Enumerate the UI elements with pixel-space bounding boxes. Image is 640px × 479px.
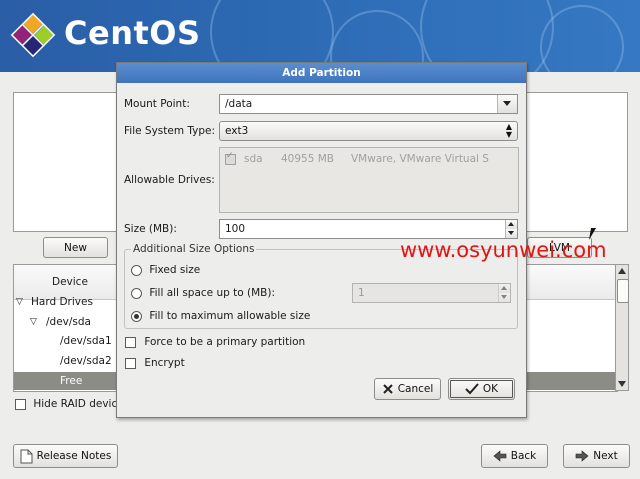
tree-label: Free — [60, 375, 83, 387]
primary-partition-checkbox[interactable] — [125, 336, 136, 348]
hide-raid-checkbox[interactable] — [15, 398, 26, 410]
release-notes-label: Release Notes — [36, 450, 112, 462]
size-label: Size (MB): — [124, 223, 177, 235]
updown-icon: ▲ ▼ — [505, 122, 512, 139]
document-icon — [20, 449, 33, 463]
fs-type-label: File System Type: — [124, 125, 216, 137]
mount-point-label: Mount Point: — [124, 98, 190, 110]
next-label: Next — [593, 450, 618, 462]
scroll-up-icon[interactable] — [618, 268, 626, 274]
ok-label: OK — [482, 383, 499, 395]
tree-label: /dev/sda1 — [60, 335, 112, 347]
encrypt-option[interactable]: Encrypt — [125, 357, 185, 369]
spin-up-icon[interactable] — [498, 284, 510, 293]
tree-label: /dev/sda2 — [60, 355, 112, 367]
watermark-text: www.osyunwei.com — [400, 238, 607, 262]
checkmark-icon: ✓ — [226, 150, 234, 161]
device-column-header: Device — [52, 276, 88, 288]
drive-row[interactable]: ✓ sda 40955 MB VMware, VMware Virtual S — [225, 150, 489, 165]
chevron-down-icon[interactable] — [497, 95, 517, 113]
new-button-label: New — [64, 241, 87, 254]
drive-name: sda — [244, 153, 263, 165]
size-spinbox[interactable]: 100 — [219, 219, 518, 239]
allowable-drives-label: Allowable Drives: — [124, 174, 215, 186]
fs-type-select[interactable]: ext3 ▲ ▼ — [219, 121, 518, 141]
fixed-size-radio[interactable] — [131, 264, 142, 276]
expander-icon[interactable]: ▽ — [16, 293, 23, 312]
brand-name: CentOS — [64, 14, 201, 52]
primary-partition-label: Force to be a primary partition — [144, 336, 306, 348]
dialog-title: Add Partition — [117, 63, 526, 83]
encrypt-label: Encrypt — [144, 357, 185, 369]
expander-icon[interactable]: ▽ — [30, 313, 37, 332]
mount-point-value: /data — [225, 98, 253, 110]
size-value: 100 — [225, 223, 246, 235]
fill-upto-radio[interactable] — [131, 287, 142, 299]
checkmark-icon — [465, 383, 479, 395]
scroll-thumb[interactable] — [617, 279, 629, 303]
arrow-left-icon — [493, 450, 507, 462]
cancel-button[interactable]: Cancel — [374, 378, 441, 400]
centos-logo-icon — [10, 12, 56, 58]
scroll-down-icon[interactable] — [618, 381, 626, 387]
primary-partition-option[interactable]: Force to be a primary partition — [125, 336, 305, 348]
cancel-icon — [382, 384, 393, 394]
fixed-size-label: Fixed size — [149, 264, 201, 276]
allowable-drives-list[interactable]: ✓ sda 40955 MB VMware, VMware Virtual S — [219, 147, 519, 213]
hide-raid-label: Hide RAID device — [33, 398, 124, 410]
next-button[interactable]: Next — [563, 444, 630, 468]
table-scrollbar[interactable] — [615, 264, 629, 391]
tree-label: /dev/sda — [46, 316, 91, 328]
drive-checkbox[interactable]: ✓ — [225, 150, 236, 165]
fill-upto-spinbox[interactable]: 1 — [352, 283, 511, 303]
fill-upto-value: 1 — [358, 287, 365, 299]
fill-max-radio[interactable] — [131, 310, 142, 322]
fill-max-label: Fill to maximum allowable size — [149, 310, 311, 322]
cancel-label: Cancel — [397, 383, 434, 395]
encrypt-checkbox[interactable] — [125, 357, 136, 369]
group-title: Additional Size Options — [131, 243, 257, 255]
drive-model: VMware, VMware Virtual S — [351, 153, 489, 165]
mount-point-combo[interactable]: /data — [219, 94, 518, 114]
release-notes-button[interactable]: Release Notes — [13, 444, 118, 468]
back-label: Back — [510, 450, 537, 462]
spin-down-icon[interactable] — [505, 229, 517, 238]
fixed-size-option[interactable]: Fixed size — [131, 264, 200, 276]
hide-raid-option[interactable]: Hide RAID device — [15, 398, 124, 410]
back-button[interactable]: Back — [481, 444, 548, 468]
new-button[interactable]: New — [43, 237, 108, 258]
fill-upto-option[interactable]: Fill all space up to (MB): — [131, 287, 275, 299]
fill-max-option[interactable]: Fill to maximum allowable size — [131, 310, 310, 322]
spin-down-icon[interactable] — [498, 293, 510, 302]
drive-size: 40955 MB — [281, 153, 335, 165]
ok-button[interactable]: OK — [448, 378, 515, 400]
arrow-right-icon — [575, 450, 589, 462]
spin-up-icon[interactable] — [505, 220, 517, 229]
tree-label: Hard Drives — [31, 296, 93, 308]
fill-upto-label: Fill all space up to (MB): — [149, 287, 275, 299]
fs-type-value: ext3 — [225, 125, 249, 137]
